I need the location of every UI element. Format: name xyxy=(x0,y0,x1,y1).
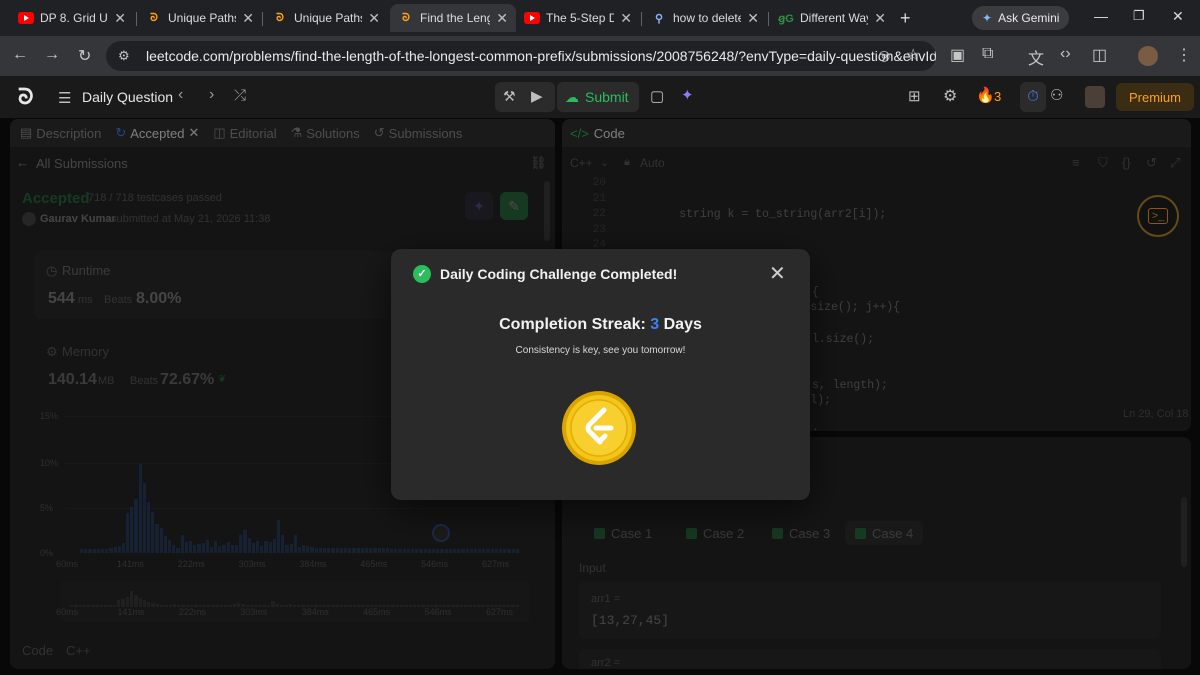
browser-tab[interactable]: ᘐ Unique Paths ✕ xyxy=(264,4,388,32)
gemini-icon: ✦ xyxy=(982,11,993,25)
submit-button[interactable]: ☁ Submit xyxy=(557,82,639,112)
profile-avatar[interactable] xyxy=(1138,46,1158,66)
streak-value: 3 xyxy=(650,316,660,333)
cloud-upload-icon: ☁ xyxy=(565,88,579,105)
gfg-icon: ꞡG xyxy=(778,12,794,25)
ask-gemini-button[interactable]: ✦ Ask Gemini xyxy=(972,6,1070,30)
translate-icon[interactable]: 文 xyxy=(1028,45,1044,69)
forward-arrow-icon[interactable]: → xyxy=(44,46,60,64)
browser-tab-active[interactable]: ᘐ Find the Leng ✕ xyxy=(390,4,516,32)
close-icon[interactable]: ✕ xyxy=(620,10,632,27)
streak-label: Completion Streak: xyxy=(499,316,646,333)
run-controls: ⚒ ▶ xyxy=(495,82,555,112)
extensions-puzzle-icon[interactable]: ⧉ xyxy=(982,45,993,63)
back-arrow-icon[interactable]: ← xyxy=(12,46,28,64)
streak-line: Completion Streak: 3 Days xyxy=(391,316,810,334)
list-icon: ☰ xyxy=(58,90,72,107)
side-panel-icon[interactable]: ◫ xyxy=(1092,45,1107,65)
debug-icon[interactable]: ⚒ xyxy=(503,88,516,105)
address-bar[interactable]: ⚙ leetcode.com/problems/find-the-length-… xyxy=(106,41,936,71)
check-circle-icon: ✓ xyxy=(413,265,431,283)
minimize-icon[interactable]: — xyxy=(1094,8,1108,24)
premium-button[interactable]: Premium xyxy=(1116,83,1194,111)
browser-tab[interactable]: ꞡG Different Way ✕ xyxy=(770,4,894,32)
site-settings-icon[interactable]: ⚙ xyxy=(118,48,130,64)
note-icon[interactable]: ▢ xyxy=(650,87,664,105)
modal-close-icon[interactable]: ✕ xyxy=(769,261,786,286)
modal-message: Consistency is key, see you tomorrow! xyxy=(515,345,686,356)
ai-sparkle-icon[interactable]: ✦ xyxy=(681,86,694,104)
leetcode-icon: ᘐ xyxy=(276,11,284,24)
chevron-right-icon[interactable]: › xyxy=(209,86,214,104)
modal-title: Daily Coding Challenge Completed! xyxy=(440,266,678,282)
leetcode-logo-icon[interactable]: ᘐ xyxy=(18,84,34,110)
youtube-icon xyxy=(524,10,540,26)
new-tab-button[interactable]: + xyxy=(900,8,911,29)
close-icon[interactable]: ✕ xyxy=(496,10,508,27)
close-icon[interactable]: ✕ xyxy=(874,10,886,27)
reload-icon[interactable]: ↻ xyxy=(78,46,91,66)
add-user-icon[interactable]: ⚇ xyxy=(1050,86,1063,104)
eye-off-icon[interactable]: ◎ xyxy=(878,47,890,64)
timer-icon[interactable]: ⏱ xyxy=(1020,82,1046,112)
search-icon: ⚲ xyxy=(654,12,664,25)
extension-cast-icon[interactable]: ▣ xyxy=(950,45,965,65)
restore-icon[interactable]: ❐ xyxy=(1133,8,1145,24)
browser-tab[interactable]: ⚲ how to delete ✕ xyxy=(643,4,767,32)
code-brackets-icon[interactable]: ‹› xyxy=(1060,45,1071,63)
leetcode-coin-icon xyxy=(561,390,637,466)
chevron-left-icon[interactable]: ‹ xyxy=(178,86,183,104)
streak-fire-icon[interactable]: 🔥 xyxy=(976,86,995,104)
close-icon[interactable]: ✕ xyxy=(747,10,759,27)
layout-grid-icon[interactable]: ⊞ xyxy=(908,87,921,105)
menu-kebab-icon[interactable]: ⋮ xyxy=(1176,45,1192,65)
browser-tab[interactable]: The 5-Step DI ✕ xyxy=(516,4,640,32)
close-icon[interactable]: ✕ xyxy=(242,10,254,27)
settings-gear-icon[interactable]: ⚙ xyxy=(943,86,957,106)
close-icon[interactable]: ✕ xyxy=(368,10,380,27)
youtube-icon xyxy=(18,10,34,26)
leetcode-icon: ᘐ xyxy=(402,11,410,24)
shuffle-icon[interactable]: ⤮ xyxy=(234,87,246,104)
browser-tab-strip: DP 8. Grid Uni ✕ ᘐ Unique Paths ✕ ᘐ Uniq… xyxy=(0,0,1200,36)
leetcode-icon: ᘐ xyxy=(150,11,158,24)
daily-challenge-modal: ✓ Daily Coding Challenge Completed! ✕ Co… xyxy=(391,249,810,500)
browser-tab[interactable]: DP 8. Grid Uni ✕ xyxy=(10,4,134,32)
browser-tab[interactable]: ᘐ Unique Paths ✕ xyxy=(138,4,262,32)
run-play-icon[interactable]: ▶ xyxy=(531,87,543,105)
daily-question-link[interactable]: Daily Question xyxy=(82,89,173,105)
window-close-icon[interactable]: ✕ xyxy=(1172,8,1184,25)
streak-unit: Days xyxy=(663,316,702,333)
browser-toolbar: ← → ↻ ⚙ leetcode.com/problems/find-the-l… xyxy=(0,36,1200,76)
user-avatar[interactable] xyxy=(1085,86,1105,108)
close-icon[interactable]: ✕ xyxy=(114,10,126,27)
leetcode-navbar: ᘐ ☰ Daily Question ‹ › ⤮ ⚒ ▶ ☁ Submit ▢ … xyxy=(0,76,1200,118)
streak-count: 3 xyxy=(994,89,1002,104)
bookmark-star-icon[interactable]: ☆ xyxy=(906,45,920,65)
